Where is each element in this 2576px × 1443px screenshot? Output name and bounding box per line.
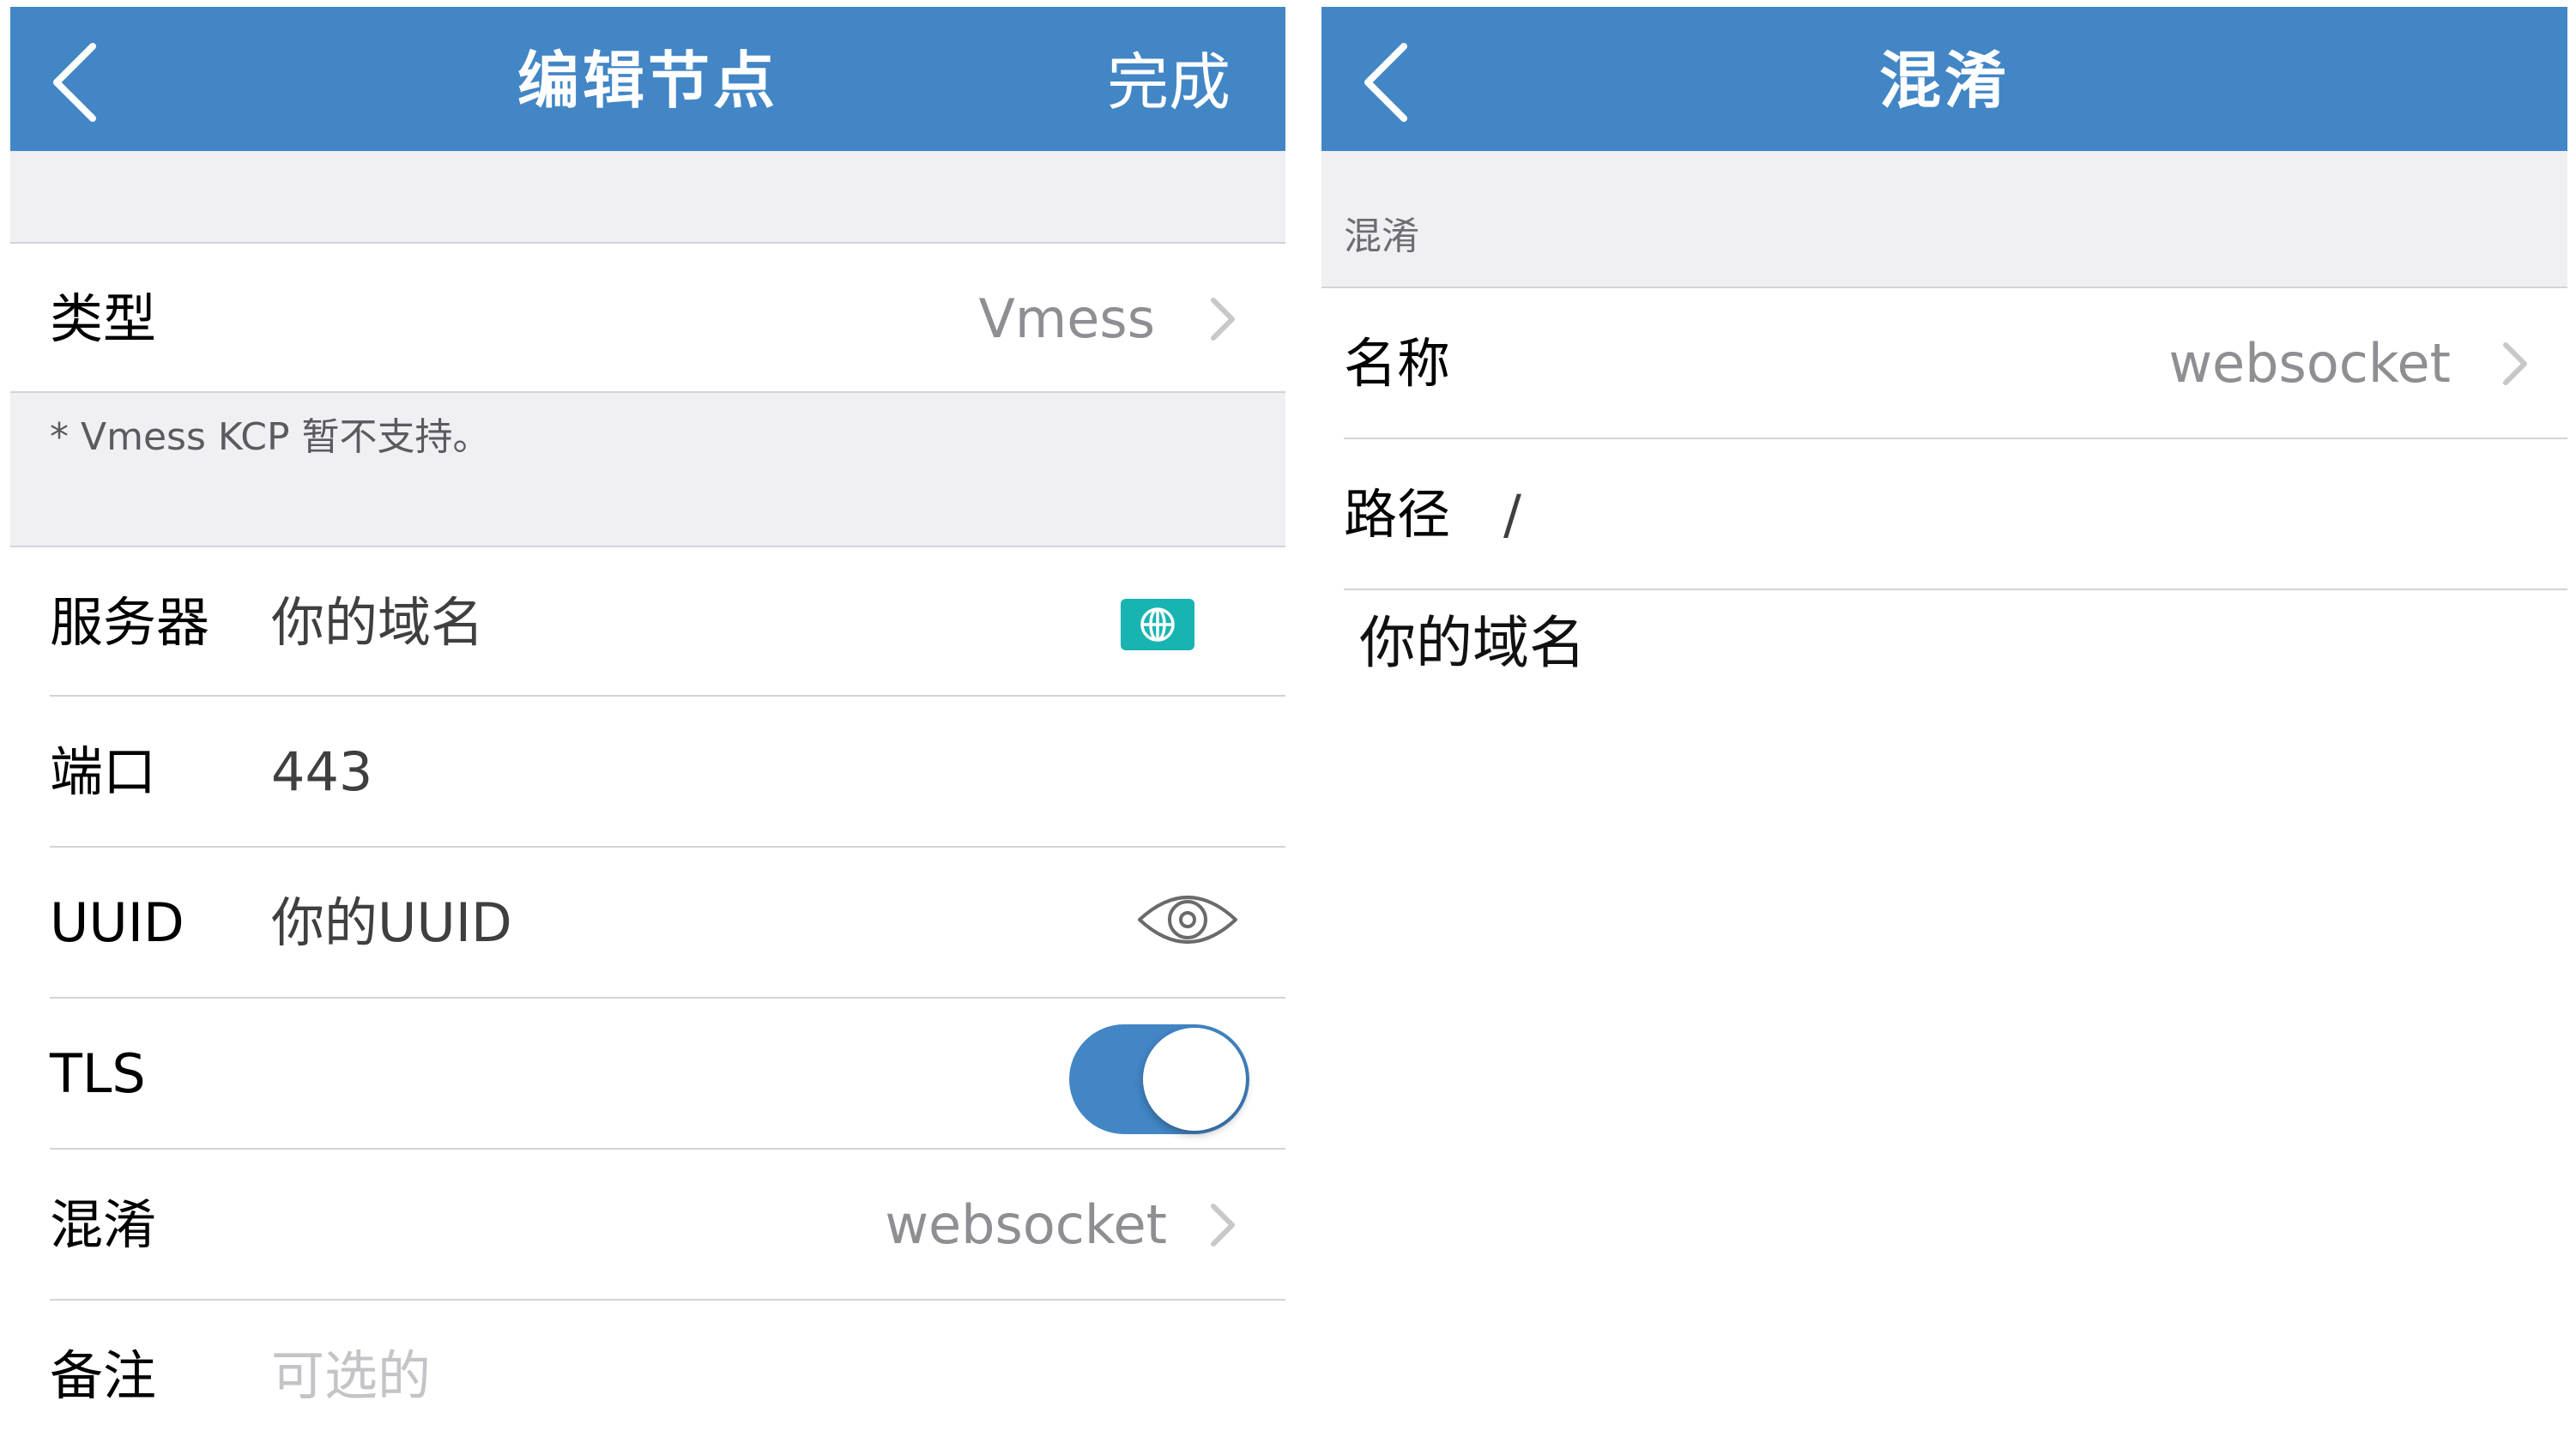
section-header: 混淆 — [1344, 214, 1419, 258]
obfs-value: websocket — [885, 1193, 1167, 1256]
obfs-screen: 混淆 混淆 名称 websocket 路径 / 你的域名 — [1321, 0, 2567, 995]
page-title: 编辑节点 — [517, 45, 778, 117]
type-label: 类型 — [50, 287, 157, 350]
obfs-label: 混淆 — [50, 1193, 157, 1256]
chevron-right-icon — [1208, 1201, 1237, 1249]
name-row[interactable]: 名称 websocket — [1321, 288, 2567, 438]
path-row[interactable]: 路径 / — [1321, 439, 2567, 589]
divider — [1344, 589, 2567, 590]
path-label: 路径 — [1344, 483, 1451, 546]
type-row[interactable]: 类型 Vmess — [10, 244, 1285, 393]
port-field[interactable]: 443 — [271, 738, 372, 806]
port-label: 端口 — [50, 740, 157, 803]
note-band: * Vmess KCP 暂不支持。 — [10, 393, 1285, 546]
uuid-label: UUID — [50, 891, 184, 954]
chevron-right-icon — [1208, 295, 1237, 343]
tls-row: TLS — [10, 999, 1285, 1148]
navigation-bar: 编辑节点 完成 — [10, 7, 1285, 151]
remark-row[interactable]: 备注 可选的 — [10, 1301, 1285, 1443]
port-row[interactable]: 端口 443 — [10, 697, 1285, 846]
remark-field[interactable]: 可选的 — [271, 1342, 431, 1410]
chevron-right-icon — [2500, 340, 2530, 388]
type-value: Vmess — [978, 287, 1155, 350]
show-uuid-button[interactable] — [1134, 880, 1241, 959]
path-field[interactable]: / — [1503, 480, 1521, 549]
section-header-band: 混淆 — [1321, 151, 2567, 287]
globe-button[interactable] — [1121, 599, 1194, 650]
server-row[interactable]: 服务器 你的域名 — [10, 547, 1285, 697]
server-field[interactable]: 你的域名 — [271, 589, 484, 657]
eye-icon — [1138, 896, 1237, 944]
uuid-field[interactable]: 你的UUID — [271, 889, 512, 957]
globe-icon — [1140, 607, 1175, 642]
done-button[interactable]: 完成 — [1107, 45, 1231, 120]
server-label: 服务器 — [50, 591, 210, 654]
tls-toggle[interactable] — [1069, 1024, 1249, 1134]
name-label: 名称 — [1344, 332, 1451, 395]
uuid-row[interactable]: UUID 你的UUID — [10, 848, 1285, 997]
toggle-knob — [1143, 1028, 1246, 1131]
page-title: 混淆 — [1878, 45, 2010, 117]
kcp-note: * Vmess KCP 暂不支持。 — [50, 415, 491, 459]
obfs-row[interactable]: 混淆 websocket — [10, 1150, 1285, 1299]
navigation-bar: 混淆 — [1321, 7, 2567, 151]
section-spacer — [10, 151, 1285, 244]
host-text-area[interactable]: 你的域名 — [1359, 607, 1586, 679]
name-value: websocket — [2168, 332, 2451, 395]
tls-label: TLS — [50, 1042, 146, 1105]
edit-node-screen: 编辑节点 完成 类型 Vmess * Vmess KCP 暂不支持。 服务器 你… — [10, 0, 1285, 1443]
remark-label: 备注 — [50, 1344, 157, 1407]
